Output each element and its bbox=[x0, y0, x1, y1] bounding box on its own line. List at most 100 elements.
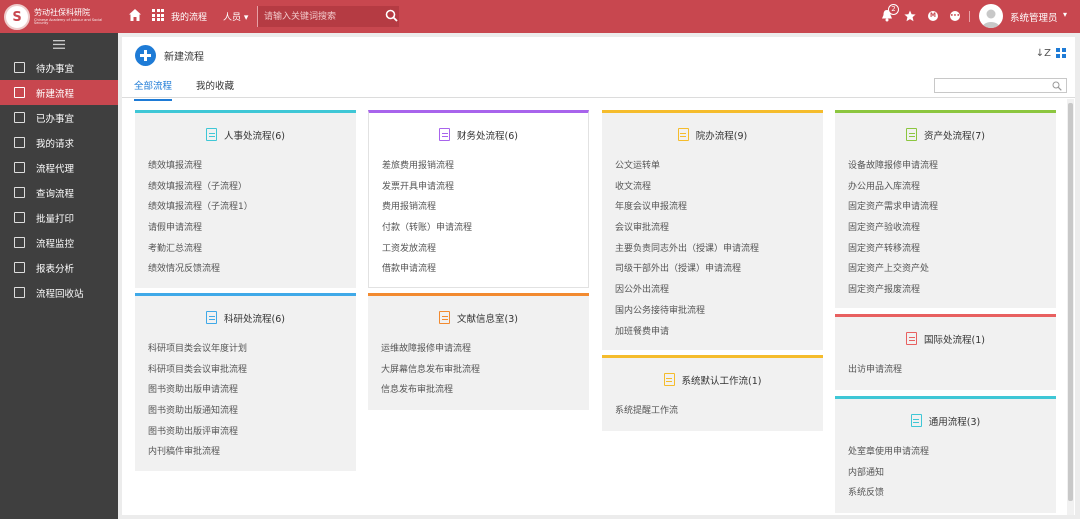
document-icon bbox=[910, 414, 922, 427]
sidebar-item-9[interactable]: recycle-icon 流程回收站 bbox=[0, 280, 118, 305]
flow-link[interactable]: 固定资产报废流程 bbox=[848, 280, 1056, 301]
flow-link[interactable]: 绩效填报流程（子流程） bbox=[148, 177, 356, 198]
search-category-select[interactable]: 人员 ▾ bbox=[223, 10, 248, 23]
grid-view-icon[interactable] bbox=[1056, 48, 1066, 58]
document-icon bbox=[206, 311, 218, 324]
flow-link[interactable]: 大屏幕信息发布审批流程 bbox=[381, 360, 589, 381]
card-header: 通用流程(3) bbox=[835, 399, 1056, 442]
card-title: 通用流程(3) bbox=[928, 416, 981, 428]
tab-all-flows[interactable]: 全部流程 bbox=[134, 78, 173, 101]
flow-link[interactable]: 考勤汇总流程 bbox=[148, 239, 356, 260]
nav-my-flow[interactable]: 我的流程 bbox=[171, 10, 207, 23]
card-title: 国际处流程(1) bbox=[924, 334, 985, 346]
flow-link[interactable]: 差旅费用报销流程 bbox=[382, 156, 588, 177]
sidebar-item-1[interactable]: new-flow-icon 新建流程 bbox=[0, 80, 118, 105]
sidebar-item-label: 批量打印 bbox=[36, 213, 75, 225]
flow-link[interactable]: 国内公务接待审批流程 bbox=[615, 301, 823, 322]
flow-link[interactable]: 系统提醒工作流 bbox=[615, 401, 823, 422]
flow-link[interactable]: 付款（转账）申请流程 bbox=[382, 218, 588, 239]
sidebar-item-label: 待办事宜 bbox=[36, 63, 75, 75]
flow-link[interactable]: 主要负责同志外出（授课）申请流程 bbox=[615, 239, 823, 260]
avatar[interactable] bbox=[979, 4, 1003, 28]
sidebar-item-label: 报表分析 bbox=[36, 263, 75, 275]
flow-link[interactable]: 公文运转单 bbox=[615, 156, 823, 177]
flow-link[interactable]: 信息发布审批流程 bbox=[381, 380, 589, 401]
sidebar-item-label: 流程代理 bbox=[36, 163, 75, 175]
flow-link[interactable]: 会议审批流程 bbox=[615, 218, 823, 239]
sidebar-item-0[interactable]: todo-icon 待办事宜 bbox=[0, 55, 118, 80]
sidebar-item-4[interactable]: agent-icon 流程代理 bbox=[0, 155, 118, 180]
sort-icon[interactable]: ↓Z bbox=[1036, 48, 1051, 59]
scrollbar[interactable] bbox=[1067, 99, 1074, 515]
flow-link[interactable]: 办公用品入库流程 bbox=[848, 177, 1056, 198]
flow-link[interactable]: 费用报销流程 bbox=[382, 197, 588, 218]
sidebar-item-6[interactable]: print-icon 批量打印 bbox=[0, 205, 118, 230]
card-header: 系统默认工作流(1) bbox=[602, 358, 823, 401]
sidebar-item-3[interactable]: request-icon 我的请求 bbox=[0, 130, 118, 155]
apps-grid-icon[interactable] bbox=[152, 9, 164, 21]
card-general: 通用流程(3) 处室章使用申请流程 内部通知 系统反馈 bbox=[835, 396, 1056, 513]
card-header: 科研处流程(6) bbox=[135, 296, 356, 339]
flow-link[interactable]: 因公外出流程 bbox=[615, 280, 823, 301]
flow-link[interactable]: 工资发放流程 bbox=[382, 239, 588, 260]
home-icon[interactable] bbox=[128, 8, 142, 22]
scrollbar-thumb[interactable] bbox=[1068, 103, 1073, 501]
document-icon bbox=[677, 128, 689, 141]
sidebar-item-7[interactable]: monitor-icon 流程监控 bbox=[0, 230, 118, 255]
sidebar-item-label: 查询流程 bbox=[36, 188, 75, 200]
tab-bar: 全部流程 我的收藏 bbox=[122, 73, 1075, 101]
flow-link[interactable]: 司级干部外出（授课）申请流程 bbox=[615, 259, 823, 280]
card-default: 系统默认工作流(1) 系统提醒工作流 bbox=[602, 355, 823, 431]
flow-link[interactable]: 请假申请流程 bbox=[148, 218, 356, 239]
menu-toggle-icon[interactable] bbox=[0, 33, 118, 55]
search-input[interactable] bbox=[264, 10, 374, 23]
flow-link[interactable]: 固定资产需求申请流程 bbox=[848, 197, 1056, 218]
flow-link[interactable]: 固定资产上交资产处 bbox=[848, 259, 1056, 280]
flow-link[interactable]: 系统反馈 bbox=[848, 483, 1056, 504]
flow-link[interactable]: 固定资产转移流程 bbox=[848, 239, 1056, 260]
card-research: 科研处流程(6) 科研项目类会议年度计划 科研项目类会议审批流程 图书资助出版申请流程… bbox=[135, 293, 356, 471]
flow-link[interactable]: 运维故障报修申请流程 bbox=[381, 339, 589, 360]
flow-link[interactable]: 科研项目类会议审批流程 bbox=[148, 360, 356, 381]
flow-link[interactable]: 固定资产验收流程 bbox=[848, 218, 1056, 239]
flow-link[interactable]: 绩效情况反馈流程 bbox=[148, 259, 356, 280]
flow-link[interactable]: 科研项目类会议年度计划 bbox=[148, 339, 356, 360]
flow-link[interactable]: 处室章使用申请流程 bbox=[848, 442, 1056, 463]
card-header: 文献信息室(3) bbox=[368, 296, 589, 339]
flow-link[interactable]: 借款申请流程 bbox=[382, 259, 588, 280]
caret-down-icon[interactable]: ▾ bbox=[1063, 10, 1067, 19]
star-icon[interactable] bbox=[904, 10, 916, 22]
flow-link[interactable]: 内刊稿件审批流程 bbox=[148, 442, 356, 463]
flow-link[interactable]: 出访申请流程 bbox=[848, 360, 1056, 381]
user-name[interactable]: 系统管理员 bbox=[1010, 10, 1058, 24]
sidebar-item-2[interactable]: done-icon 已办事宜 bbox=[0, 105, 118, 130]
page-title: 新建流程 bbox=[164, 51, 204, 63]
chevron-down-icon: ▾ bbox=[243, 13, 249, 23]
document-icon bbox=[906, 332, 918, 345]
card-literature: 文献信息室(3) 运维故障报修申请流程 大屏幕信息发布审批流程 信息发布审批流程 bbox=[368, 293, 589, 410]
flow-link[interactable]: 年度会议申报流程 bbox=[615, 197, 823, 218]
document-icon bbox=[439, 311, 451, 324]
search-icon[interactable] bbox=[1052, 81, 1062, 91]
sidebar-item-label: 已办事宜 bbox=[36, 113, 75, 125]
tab-favorites[interactable]: 我的收藏 bbox=[196, 78, 234, 99]
flow-link[interactable]: 图书资助出版通知流程 bbox=[148, 401, 356, 422]
flow-link[interactable]: 图书资助出版申请流程 bbox=[148, 380, 356, 401]
flow-link[interactable]: 绩效填报流程（子流程1） bbox=[148, 197, 356, 218]
flow-link[interactable]: 图书资助出版评审流程 bbox=[148, 422, 356, 443]
search-icon[interactable] bbox=[385, 9, 398, 22]
flow-link[interactable]: 加班餐费申请 bbox=[615, 322, 823, 343]
sidebar-item-8[interactable]: report-icon 报表分析 bbox=[0, 255, 118, 280]
sidebar-icon: agent-icon bbox=[14, 162, 25, 173]
flow-link[interactable]: 绩效填报流程 bbox=[148, 156, 356, 177]
sidebar-item-label: 流程监控 bbox=[36, 238, 75, 250]
flow-link[interactable]: 发票开具申请流程 bbox=[382, 177, 588, 198]
sidebar-item-5[interactable]: search-icon 查询流程 bbox=[0, 180, 118, 205]
flow-link[interactable]: 设备故障报修申请流程 bbox=[848, 156, 1056, 177]
filter-input[interactable] bbox=[939, 80, 1049, 91]
more-icon[interactable]: ••• bbox=[950, 11, 960, 21]
flow-link[interactable]: 内部通知 bbox=[848, 463, 1056, 484]
flow-link[interactable]: 收文流程 bbox=[615, 177, 823, 198]
card-header: 资产处流程(7) bbox=[835, 113, 1056, 156]
m-icon[interactable]: M bbox=[928, 11, 938, 21]
